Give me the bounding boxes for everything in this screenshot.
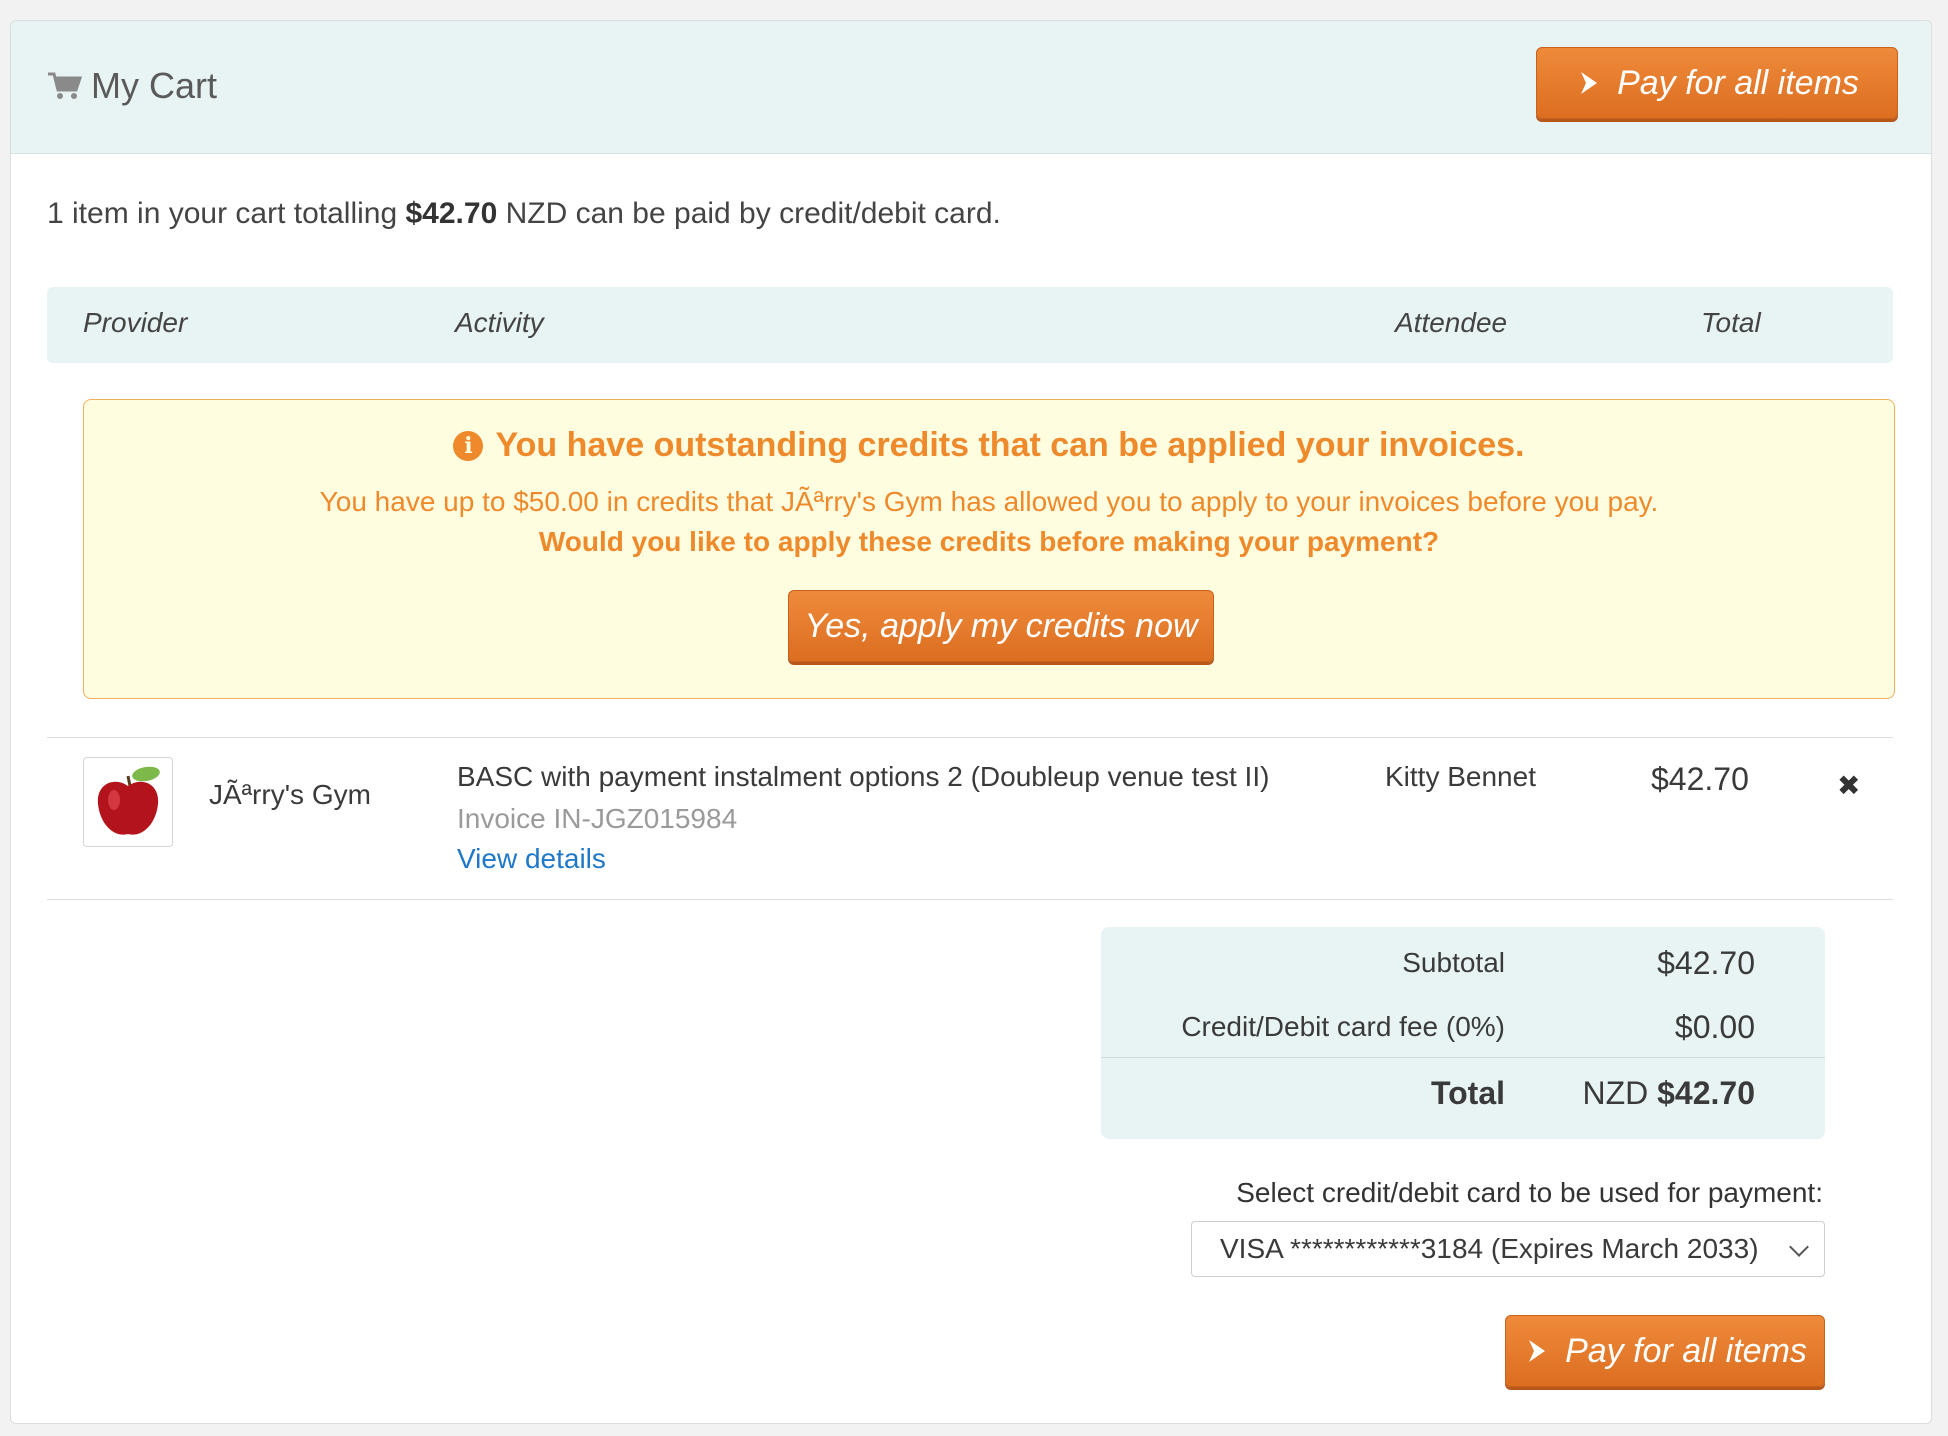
total-value: NZD $42.70 [1582,1075,1755,1112]
item-total: $42.70 [1651,761,1749,797]
fee-value: $0.00 [1674,1009,1755,1045]
activity-name: BASC with payment instalment options 2 (… [457,761,1270,792]
cart-panel: My Cart Pay for all items 1 item in your… [10,20,1932,1424]
pay-all-label: Pay for all items [1617,63,1859,102]
card-select[interactable]: VISA ************3184 (Expires March 203… [1191,1221,1825,1277]
cart-summary: 1 item in your cart totalling $42.70 NZD… [47,197,1001,231]
chevron-right-icon [1529,1340,1546,1362]
subtotal-label: Subtotal [1402,947,1505,978]
card-select-value: VISA ************3184 (Expires March 203… [1220,1233,1759,1264]
fee-label: Credit/Debit card fee (0%) [1181,1011,1505,1042]
notice-title-text: You have outstanding credits that can be… [495,426,1525,464]
view-details-link[interactable]: View details [457,843,606,875]
column-attendee: Attendee [1395,307,1508,338]
cart-title: My Cart [47,65,217,107]
row-divider-bottom [47,899,1893,900]
apply-credits-label: Yes, apply my credits now [804,606,1198,645]
provider-thumbnail [83,757,173,847]
totals-box: Subtotal $42.70 Credit/Debit card fee (0… [1101,927,1825,1139]
subtotal-value: $42.70 [1657,945,1755,981]
shopping-cart-icon [48,72,83,99]
invoice-number: Invoice IN-JGZ015984 [457,803,738,834]
pay-all-button-top[interactable]: Pay for all items [1536,47,1898,119]
column-activity: Activity [455,307,544,338]
apple-icon [97,766,160,835]
total-label: Total [1430,1075,1505,1111]
notice-message: You have up to $50.00 in credits that JÃ… [319,486,1659,517]
pay-all-button-bottom[interactable]: Pay for all items [1505,1315,1825,1387]
cart-title-text: My Cart [91,65,217,106]
summary-prefix: 1 item in your cart totalling [47,197,398,230]
column-total: Total [1701,307,1761,338]
total-currency: NZD [1582,1075,1649,1111]
table-header: Provider Activity Attendee Total [47,287,1893,363]
notice-question: Would you like to apply these credits be… [538,526,1440,557]
total-amount: $42.70 [1657,1075,1755,1111]
credits-notice: i You have outstanding credits that can … [83,399,1895,699]
remove-item-icon[interactable]: ✖ [1837,769,1860,802]
attendee-name: Kitty Bennet [1385,761,1536,792]
summary-amount: $42.70 [405,197,498,230]
provider-name: JÃªrry's Gym [209,779,371,810]
row-divider-top [47,737,1893,738]
info-icon: i [453,430,484,461]
chevron-right-icon [1581,72,1598,94]
cart-header: My Cart Pay for all items [11,21,1931,154]
pay-all-label-bottom: Pay for all items [1565,1331,1807,1370]
card-select-label: Select credit/debit card to be used for … [1236,1177,1823,1208]
column-provider: Provider [83,307,188,338]
notice-title: i You have outstanding credits that can … [84,426,1894,465]
chevron-down-icon [1789,1237,1809,1257]
apply-credits-button[interactable]: Yes, apply my credits now [788,590,1214,662]
totals-separator [1101,1057,1825,1058]
summary-suffix: NZD can be paid by credit/debit card. [505,197,1001,230]
